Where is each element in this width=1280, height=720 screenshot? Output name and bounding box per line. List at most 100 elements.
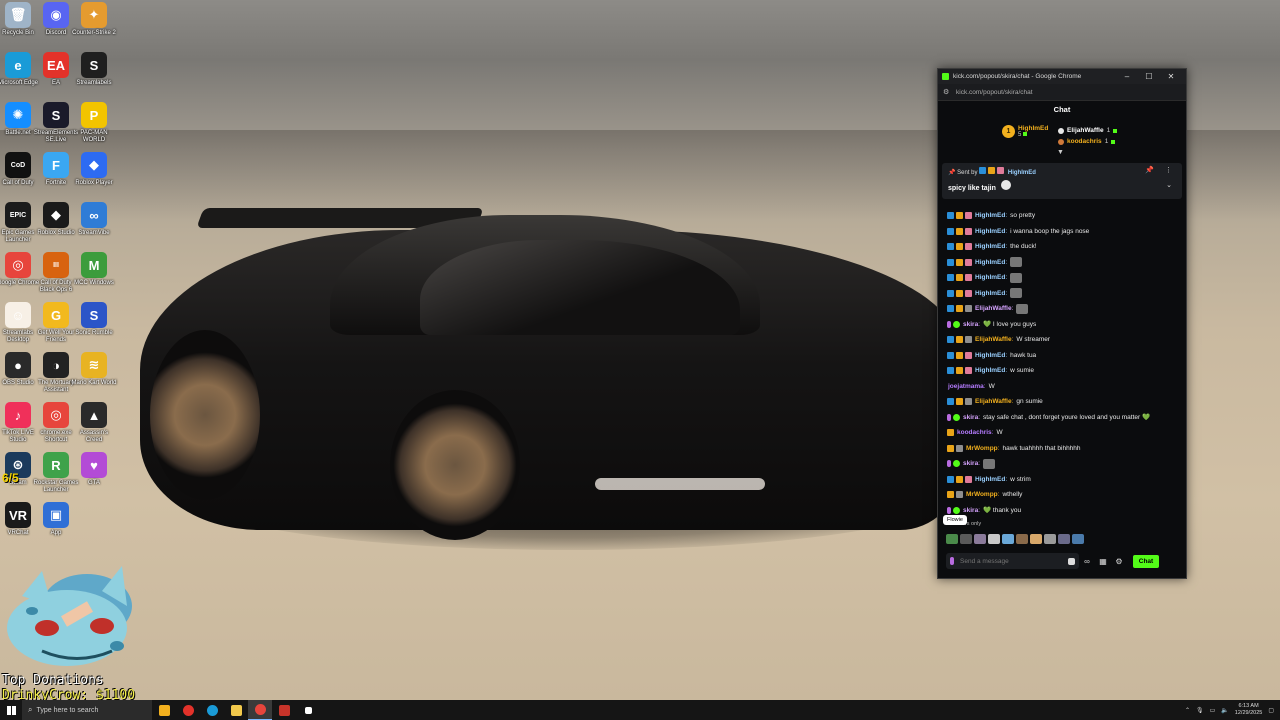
- desktop-app-icon: ✺: [5, 102, 31, 128]
- chat-username[interactable]: koodachris: [957, 429, 992, 436]
- emote-icon[interactable]: [946, 534, 958, 544]
- unpin-icon[interactable]: 📌: [1145, 166, 1154, 174]
- emote-icon[interactable]: [960, 534, 972, 544]
- gift-badge-icon: [965, 398, 972, 406]
- emote-icon: [1010, 257, 1023, 268]
- network-icon[interactable]: ▭: [1210, 707, 1216, 714]
- pinned-user[interactable]: HighImEd: [1008, 170, 1036, 176]
- chat-username[interactable]: skira: [963, 507, 978, 514]
- volume-icon[interactable]: 🔈: [1221, 707, 1228, 714]
- taskbar-app-chrome[interactable]: [248, 700, 272, 720]
- chat-username[interactable]: HighImEd: [975, 259, 1005, 266]
- gift-infinity-button[interactable]: ∞: [1079, 557, 1095, 566]
- emote-icon[interactable]: [974, 534, 986, 544]
- site-settings-icon[interactable]: ⚙: [943, 88, 951, 96]
- start-button[interactable]: [0, 700, 22, 720]
- notification-icon[interactable]: ▢: [1268, 707, 1274, 714]
- sub-badge-icon: [965, 351, 972, 359]
- chat-username[interactable]: HighImEd: [975, 274, 1005, 281]
- chat-input-container[interactable]: [946, 553, 1079, 569]
- taskbar-app-explorer[interactable]: [224, 700, 248, 720]
- car-rear-wheel: [150, 330, 260, 500]
- desktop-icon[interactable]: ♥ GTA: [71, 452, 117, 487]
- settings-gear-icon[interactable]: ⚙: [1111, 557, 1127, 566]
- window-titlebar[interactable]: kick.com/popout/skira/chat - Google Chro…: [938, 69, 1186, 84]
- desktop-icon[interactable]: ≋ Mario Kart World: [71, 352, 117, 387]
- desktop-icon[interactable]: ∞ StreamVibe: [71, 202, 117, 237]
- chat-username[interactable]: MrWompp: [966, 491, 998, 498]
- emote-icon[interactable]: [1058, 534, 1070, 544]
- desktop-icon[interactable]: ▣ App: [33, 502, 79, 537]
- taskbar-app-streamlabs[interactable]: [272, 700, 296, 720]
- taskbar-app-bing[interactable]: [152, 700, 176, 720]
- maximize-button[interactable]: ☐: [1138, 72, 1160, 81]
- desktop-icon-label: Counter-Strike 2: [72, 30, 116, 36]
- chat-message-text: hawk tuahhhh that bihhhhh: [1002, 444, 1081, 452]
- chat-username[interactable]: skira: [963, 460, 978, 467]
- leaderboard-second[interactable]: ElijahWaffle 1: [1058, 125, 1118, 136]
- collapse-leaderboard-icon[interactable]: ▼: [1057, 149, 1064, 156]
- chat-message: skira: 💚 thank you: [938, 503, 1186, 519]
- emote-icon[interactable]: [988, 534, 1000, 544]
- chat-username[interactable]: ElijahWaffle: [975, 305, 1012, 312]
- taskbar-app-edge[interactable]: [200, 700, 224, 720]
- desktop-icon-label: Sonic Rumble: [75, 330, 113, 336]
- emote-icon[interactable]: [1002, 534, 1014, 544]
- desktop-app-icon: ♪: [5, 402, 31, 428]
- user-badge-icon: [950, 557, 954, 565]
- desktop-icon[interactable]: P PAC-MAN WORLD: [71, 102, 117, 144]
- send-chat-button[interactable]: Chat: [1133, 554, 1159, 568]
- chat-username[interactable]: ElijahWaffle: [975, 336, 1012, 343]
- chat-message-input[interactable]: [960, 557, 1068, 565]
- chat-username[interactable]: HighImEd: [975, 367, 1005, 374]
- taskbar-search[interactable]: ⌕ Type here to search: [22, 700, 152, 720]
- sub-badge-icon: [965, 258, 972, 266]
- emote-icon[interactable]: [1072, 534, 1084, 544]
- close-button[interactable]: ✕: [1160, 72, 1182, 81]
- taskbar-app-opera[interactable]: [176, 700, 200, 720]
- minimize-button[interactable]: –: [1116, 72, 1138, 81]
- chat-username[interactable]: HighImEd: [975, 243, 1005, 250]
- desktop-icon[interactable]: S Sonic Rumble: [71, 302, 117, 337]
- chat-message-text: 💚 I love you guys: [983, 321, 1037, 329]
- desktop-icon[interactable]: ✦ Counter-Strike 2: [71, 2, 117, 37]
- emote-icon[interactable]: [1030, 534, 1042, 544]
- verified-badge-icon: [979, 167, 987, 174]
- chat-username[interactable]: joejatmama: [948, 383, 984, 390]
- chat-username[interactable]: HighImEd: [975, 212, 1005, 219]
- sub-badge-icon: [997, 167, 1005, 174]
- rewards-icon[interactable]: ▦: [1095, 557, 1111, 566]
- app-icon: [304, 706, 312, 714]
- chat-username[interactable]: skira: [963, 414, 978, 421]
- chat-username[interactable]: HighImEd: [975, 476, 1005, 483]
- chat-username[interactable]: ElijahWaffle: [975, 398, 1012, 405]
- emote-picker-icon[interactable]: [1068, 557, 1075, 565]
- leaderboard-third[interactable]: koodachris 1: [1058, 136, 1117, 147]
- desktop-app-icon: S: [81, 302, 107, 328]
- desktop-icon[interactable]: M MCC Windows: [71, 252, 117, 287]
- desktop-app-icon: ◑: [43, 352, 69, 378]
- chat-message-text: i wanna boop the jags nose: [1010, 227, 1090, 235]
- tray-chevron-icon[interactable]: ⌃: [1185, 707, 1190, 714]
- taskbar-clock[interactable]: 6:13 AM 12/29/2025: [1235, 703, 1263, 717]
- leaderboard-first[interactable]: 1 HighImEd 5: [1002, 125, 1048, 138]
- chat-username[interactable]: HighImEd: [975, 352, 1005, 359]
- chat-username[interactable]: skira: [963, 321, 978, 328]
- desktop-icon[interactable]: S Streamlabels: [71, 52, 117, 87]
- chat-username[interactable]: HighImEd: [975, 228, 1005, 235]
- chat-username[interactable]: MrWompp: [966, 445, 998, 452]
- chat-message: skira: 💚 I love you guys: [938, 317, 1186, 333]
- expand-chevron-icon[interactable]: ⌄: [1166, 181, 1172, 189]
- emote-icon[interactable]: [1044, 534, 1056, 544]
- desktop-app-icon: EA: [43, 52, 69, 78]
- emote-icon[interactable]: [1016, 534, 1028, 544]
- microphone-icon[interactable]: 🎙: [1196, 707, 1204, 714]
- taskbar-app-misc[interactable]: [296, 700, 320, 720]
- desktop-icon[interactable]: ▲ Assassin's Creed: [71, 402, 117, 444]
- chat-username[interactable]: HighImEd: [975, 290, 1005, 297]
- desktop-icon[interactable]: ◆ Roblox Player: [71, 152, 117, 187]
- verified-badge-icon: [947, 351, 954, 359]
- address-bar[interactable]: ⚙ kick.com/popout/skira/chat: [938, 84, 1186, 101]
- url-text[interactable]: kick.com/popout/skira/chat: [956, 89, 1033, 96]
- more-options-icon[interactable]: ⋮: [1165, 166, 1172, 174]
